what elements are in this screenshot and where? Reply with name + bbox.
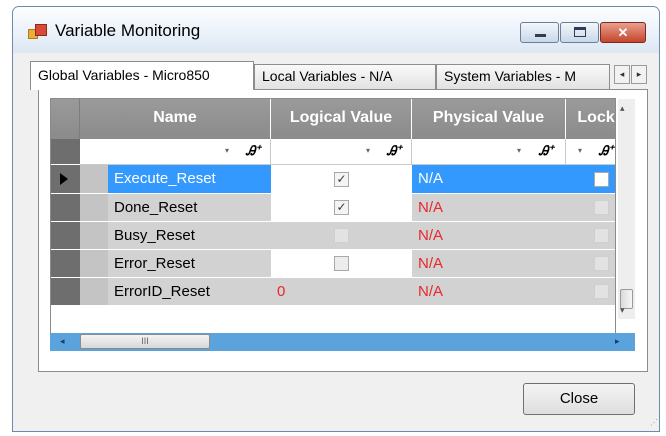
filter-cell-lock[interactable]: ▾ Ꭿ⁺ (566, 139, 615, 165)
close-button[interactable]: Close (523, 383, 635, 415)
filter-dropdown-icon[interactable]: ▾ (225, 146, 229, 155)
horizontal-scrollbar[interactable]: ◂ III ▸ (50, 333, 635, 351)
column-header-name[interactable]: Name (80, 99, 271, 139)
maximize-icon (574, 27, 586, 37)
resize-grip-icon[interactable]: ⋰ (650, 418, 660, 428)
tab-system-variables[interactable]: System Variables - M (436, 64, 610, 89)
filter-dropdown-icon[interactable]: ▾ (366, 146, 370, 155)
current-row-arrow-icon (60, 173, 68, 185)
variables-grid: Name Logical Value Physical Value Lock ▾… (50, 98, 616, 337)
corner-header (51, 99, 80, 139)
row-header[interactable] (51, 250, 80, 278)
cell-name[interactable]: Done_Reset (108, 194, 271, 222)
cell-lock[interactable] (566, 194, 615, 222)
tab-label: Local Variables - N/A (262, 68, 393, 84)
cell-logical[interactable]: 0 (271, 278, 412, 306)
cell-lock[interactable] (566, 250, 615, 278)
tab-scroll-right-button[interactable]: ▸ (631, 65, 647, 84)
cell-name[interactable]: ErrorID_Reset (108, 278, 271, 306)
cell-name[interactable]: Execute_Reset (108, 165, 271, 194)
cell-lock[interactable] (566, 222, 615, 250)
logical-value-checkbox[interactable] (334, 256, 349, 271)
cell-physical[interactable]: N/A (412, 165, 566, 194)
title-bar[interactable]: Variable Monitoring ✕ (13, 7, 659, 53)
row-gutter (80, 194, 108, 222)
row-gutter (80, 222, 108, 250)
filter-icon[interactable]: Ꭿ⁺ (243, 141, 263, 161)
tab-label: System Variables - M (444, 68, 576, 84)
cell-physical[interactable]: N/A (412, 250, 566, 278)
cell-logical[interactable]: ✓ (271, 194, 412, 222)
cell-physical[interactable]: N/A (412, 278, 566, 306)
filter-cell-name[interactable]: ▾ Ꭿ⁺ (80, 139, 271, 165)
cell-logical[interactable]: ✓ (271, 165, 412, 194)
cell-name[interactable]: Busy_Reset (108, 222, 271, 250)
row-gutter (80, 165, 108, 194)
scroll-right-icon[interactable]: ▸ (615, 336, 620, 347)
vertical-scrollbar[interactable]: ▴ ▾ (618, 99, 635, 319)
tab-global-variables[interactable]: Global Variables - Micro850 (30, 61, 254, 90)
cell-lock[interactable] (566, 278, 615, 306)
lock-checkbox (594, 228, 609, 243)
filter-icon[interactable]: Ꭿ⁺ (536, 141, 556, 161)
minimize-button[interactable] (520, 22, 559, 43)
column-header-logical-value[interactable]: Logical Value (271, 99, 412, 139)
filter-cell-physical[interactable]: ▾ Ꭿ⁺ (412, 139, 566, 165)
row-gutter (80, 278, 108, 306)
chevron-right-icon: ▸ (636, 69, 642, 79)
filter-dropdown-icon[interactable]: ▾ (578, 146, 582, 155)
filter-icon[interactable]: Ꭿ⁺ (384, 141, 404, 161)
logical-value-checkbox[interactable]: ✓ (334, 200, 349, 215)
logical-value-checkbox[interactable]: ✓ (334, 172, 349, 187)
lock-checkbox[interactable] (594, 172, 609, 187)
scroll-down-icon[interactable]: ▾ (620, 305, 625, 316)
logical-value-checkbox (334, 228, 349, 243)
window-close-button[interactable]: ✕ (600, 22, 646, 43)
row-gutter (80, 250, 108, 278)
window-title: Variable Monitoring (55, 21, 201, 40)
chevron-left-icon: ◂ (619, 69, 625, 79)
cell-logical[interactable] (271, 222, 412, 250)
row-header[interactable] (51, 165, 80, 194)
minimize-icon (535, 34, 546, 37)
app-icon (28, 24, 47, 42)
filter-row-header (51, 139, 80, 165)
lock-checkbox (594, 200, 609, 215)
tab-label: Global Variables - Micro850 (38, 67, 210, 83)
row-header[interactable] (51, 278, 80, 306)
cell-name[interactable]: Error_Reset (108, 250, 271, 278)
cell-lock[interactable] (566, 165, 615, 194)
scroll-up-icon[interactable]: ▴ (620, 103, 625, 114)
filter-icon[interactable]: Ꭿ⁺ (596, 141, 615, 161)
lock-checkbox (594, 284, 609, 299)
horizontal-scroll-thumb[interactable]: III (80, 334, 210, 349)
maximize-button[interactable] (560, 22, 599, 43)
tab-scroll-left-button[interactable]: ◂ (614, 65, 630, 84)
row-header[interactable] (51, 222, 80, 250)
cell-physical[interactable]: N/A (412, 222, 566, 250)
tab-local-variables[interactable]: Local Variables - N/A (254, 64, 436, 89)
cell-logical[interactable] (271, 250, 412, 278)
scroll-left-icon[interactable]: ◂ (60, 336, 65, 347)
close-icon: ✕ (617, 25, 629, 40)
cell-physical[interactable]: N/A (412, 194, 566, 222)
filter-dropdown-icon[interactable]: ▾ (517, 146, 521, 155)
lock-checkbox (594, 256, 609, 271)
row-header[interactable] (51, 194, 80, 222)
column-header-physical-value[interactable]: Physical Value (412, 99, 566, 139)
column-header-lock[interactable]: Lock (566, 99, 615, 139)
filter-cell-logical[interactable]: ▾ Ꭿ⁺ (271, 139, 412, 165)
